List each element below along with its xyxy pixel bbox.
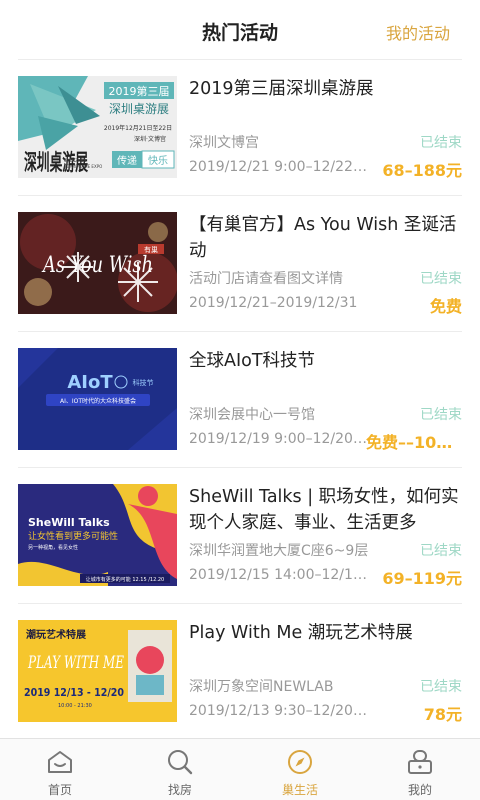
event-card-play-with-me[interactable]: 潮玩艺术特展 PLAY WITH ME 2019 12/13 - 12/20 1… — [18, 604, 462, 740]
event-price: 免费 — [429, 297, 462, 316]
thumb-badge: 科技节 — [133, 378, 154, 387]
event-status: 已结束 — [420, 679, 462, 695]
thumb-line2: 深圳桌游展 — [109, 102, 169, 116]
thumb-title: SheWill Talks — [28, 516, 110, 529]
event-venue: 深圳万象空间NEWLAB — [189, 679, 334, 695]
thumb-script: PLAY WITH ME — [27, 653, 124, 673]
thumb-script: As You Wish — [41, 253, 153, 278]
event-card-aiot[interactable]: AIoT 科技节 AI、IOT时代的大众科技盛会 全球AIoT科技节 深圳会展中… — [18, 332, 462, 468]
event-card-boardgame-expo[interactable]: 2019第三届 深圳桌游展 2019年12月21日至22日 深圳·文博宫 深圳桌… — [18, 60, 462, 196]
event-name: 【有巢官方】As You Wish 圣诞活动 — [189, 215, 457, 261]
event-status: 已结束 — [420, 407, 462, 423]
tab-label: 找房 — [167, 783, 192, 797]
event-name: 全球AIoT科技节 — [189, 351, 316, 371]
play-with-me-image: 潮玩艺术特展 PLAY WITH ME 2019 12/13 - 12/20 1… — [18, 620, 177, 722]
search-icon — [168, 750, 193, 775]
thumb-sub: AI、IOT时代的大众科技盛会 — [60, 397, 136, 405]
event-venue: 活动门店请查看图文详情 — [189, 271, 343, 287]
event-status: 已结束 — [420, 135, 462, 151]
thumb-date: 2019年12月21日至22日 — [104, 124, 172, 132]
aiot-image: AIoT 科技节 AI、IOT时代的大众科技盛会 — [18, 348, 177, 450]
event-date: 2019/12/21–2019/12/31 — [189, 295, 358, 311]
thumb-logo: 深圳桌游展 — [24, 150, 88, 176]
event-date: 2019/12/21 9:00–12/22 18:00 — [189, 159, 369, 175]
tab-find-room[interactable]: 找房 — [120, 739, 240, 800]
event-price: 69–119元 — [382, 569, 462, 588]
thumb-brand: 有巢 — [144, 245, 158, 254]
tab-label: 我的 — [407, 783, 432, 797]
event-status: 已结束 — [420, 543, 462, 559]
event-name: 2019第三届深圳桌游展 — [189, 79, 374, 99]
profile-icon — [408, 750, 432, 774]
top-header: 热门活动 我的活动 — [0, 0, 480, 60]
event-status: 已结束 — [420, 271, 462, 287]
thumb-tag-right: 快乐 — [148, 155, 168, 167]
thumb-tag-left: 传递 — [117, 154, 137, 167]
event-thumbnail: SheWill Talks 让女性看到更多可能性 另一种视角，看见女性 让城市有… — [18, 484, 177, 586]
tab-label: 巢生活 — [281, 783, 318, 797]
thumb-place: 深圳·文博宫 — [134, 135, 166, 143]
event-price: 免费––100元 — [366, 433, 462, 452]
bottom-tab-bar: 首页 找房 巢生活 我的 — [0, 738, 480, 800]
event-thumbnail: 2019第三届 深圳桌游展 2019年12月21日至22日 深圳·文博宫 深圳桌… — [18, 76, 177, 178]
tab-mine[interactable]: 我的 — [360, 739, 480, 800]
thumb-line1: 2019第三届 — [109, 84, 170, 98]
event-date: 2019/12/19 9:00–12/20 18:00 — [189, 431, 369, 447]
my-activities-link[interactable]: 我的活动 — [386, 20, 450, 44]
home-icon — [48, 751, 72, 773]
event-card-christmas[interactable]: As You Wish 有巢 【有巢官方】As You Wish 圣诞活动 活动… — [18, 196, 462, 332]
tab-nest-life[interactable]: 巢生活 — [240, 739, 360, 800]
thumb-title: AIoT — [67, 372, 113, 393]
thumb-title: 潮玩艺术特展 — [26, 628, 86, 641]
event-venue: 深圳文博宫 — [189, 135, 259, 151]
thumb-sub: 让女性看到更多可能性 — [28, 530, 118, 542]
event-date: 2019/12/13 9:30–12/20 21:30 — [189, 703, 369, 719]
thumb-small: 另一种视角，看见女性 — [28, 544, 78, 551]
event-thumbnail: AIoT 科技节 AI、IOT时代的大众科技盛会 — [18, 348, 177, 450]
thumb-logo-en1: SHENZHEN — [64, 158, 86, 163]
event-price: 78元 — [423, 705, 462, 724]
christmas-image: As You Wish 有巢 — [18, 212, 177, 314]
thumb-logo-en2: BOARDGAME EXPO — [64, 164, 102, 169]
event-name: SheWill Talks | 职场女性，如何实现个人家庭、事业、生活更多 — [189, 487, 459, 533]
event-venue: 深圳华润置地大厦C座6~9层 — [189, 543, 369, 559]
shewill-talks-image: SheWill Talks 让女性看到更多可能性 另一种视角，看见女性 让城市有… — [18, 484, 177, 586]
thumb-dates: 2019 12/13 - 12/20 — [24, 686, 124, 699]
boardgame-expo-image: 2019第三届 深圳桌游展 2019年12月21日至22日 深圳·文博宫 深圳桌… — [18, 76, 177, 178]
tab-home[interactable]: 首页 — [0, 739, 120, 800]
event-price: 68–188元 — [382, 161, 462, 180]
event-name: Play With Me 潮玩艺术特展 — [189, 623, 413, 643]
event-date: 2019/12/15 14:00–12/15 18:00 — [189, 567, 369, 583]
event-thumbnail: As You Wish 有巢 — [18, 212, 177, 314]
compass-icon — [288, 750, 312, 774]
thumb-time: 10:00 - 21:30 — [58, 703, 92, 709]
event-card-shewill-talks[interactable]: SheWill Talks 让女性看到更多可能性 另一种视角，看见女性 让城市有… — [18, 468, 462, 604]
thumb-footer: 让城市有更多的可能 12.15 /12.20 — [86, 576, 165, 583]
event-thumbnail: 潮玩艺术特展 PLAY WITH ME 2019 12/13 - 12/20 1… — [18, 620, 177, 722]
tab-label: 首页 — [47, 783, 72, 797]
event-venue: 深圳会展中心一号馆 — [189, 407, 315, 423]
